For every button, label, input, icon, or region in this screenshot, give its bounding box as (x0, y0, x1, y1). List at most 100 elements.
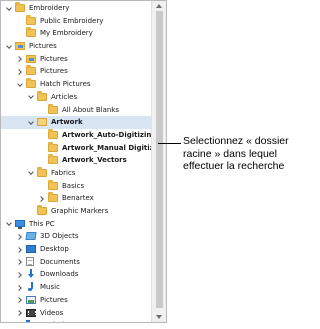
tree-item[interactable]: Artwork_Manual Digitizing (1, 141, 166, 155)
chevron-right-icon[interactable] (16, 294, 24, 307)
tree-item[interactable]: OS (C:) (1, 319, 153, 322)
folder-icon (48, 179, 58, 190)
downloads-icon (26, 269, 36, 279)
tree-item-label: Desktop (40, 245, 69, 254)
tree-item[interactable]: Graphic Markers (1, 205, 153, 218)
folder-icon (26, 27, 36, 38)
tree-item-label: This PC (29, 219, 55, 228)
tree-item[interactable]: Fabrics (1, 166, 153, 180)
tree-item[interactable]: Pictures (1, 53, 153, 66)
tree-item[interactable]: Pictures (1, 40, 153, 53)
tree-item-label: Graphic Markers (51, 207, 109, 215)
videos-icon (26, 308, 36, 317)
tree-item[interactable]: Public Embroidery (1, 14, 153, 28)
tree-item-label: Videos (40, 308, 64, 317)
tree-item[interactable]: Artwork_Auto-Digitizing (1, 128, 157, 142)
chevron-right-icon[interactable] (16, 230, 24, 243)
documents-icon (26, 257, 34, 267)
tree-item[interactable]: This PC (1, 218, 153, 231)
drive-icon (26, 320, 30, 322)
tree-item[interactable]: Artwork_Vectors (1, 154, 153, 167)
folder-icon (48, 141, 58, 152)
callout-annotation: Selectionnez « dossier racine » dans leq… (183, 135, 289, 172)
tree-item-label: Pictures (40, 295, 68, 304)
chevron-right-icon[interactable] (16, 65, 24, 78)
tree-item-label: 3D Objects (40, 232, 79, 241)
folder-icon (48, 192, 58, 203)
chevron-right-icon[interactable] (16, 268, 24, 281)
tree-item[interactable]: Artwork (1, 116, 153, 129)
tree-item[interactable]: Articles (1, 90, 153, 104)
pictures-folder-icon (26, 54, 36, 63)
folder-icon (26, 78, 36, 89)
pictures-folder-icon (15, 42, 25, 51)
tree-item[interactable]: Downloads (1, 268, 153, 281)
tree-item[interactable]: 3D Objects (1, 230, 153, 243)
tree-item-label: Artwork (51, 118, 83, 127)
scroll-down-arrow-icon[interactable] (156, 315, 162, 319)
chevron-right-icon[interactable] (16, 243, 24, 256)
tree-item[interactable]: Music (1, 281, 153, 294)
computer-icon (15, 219, 25, 229)
tree-item-label: Pictures (29, 42, 57, 51)
tree-item-label: All About Blanks (62, 105, 119, 114)
tree-item-label: Downloads (40, 270, 79, 279)
tree-item-label: OS (C:) (40, 319, 65, 322)
vertical-scrollbar[interactable] (151, 1, 166, 322)
tree-item[interactable]: My Embroidery (1, 27, 153, 40)
music-icon (26, 282, 36, 292)
folder-icon (37, 166, 47, 177)
tree-item-label: Articles (51, 92, 78, 101)
chevron-right-icon[interactable] (16, 307, 24, 320)
scrollbar-thumb[interactable] (156, 11, 163, 308)
chevron-down-icon[interactable] (5, 40, 13, 53)
chevron-down-icon[interactable] (27, 91, 35, 104)
chevron-down-icon[interactable] (16, 78, 24, 91)
chevron-right-icon[interactable] (16, 256, 24, 269)
folder-icon (37, 90, 47, 101)
folder-tree-panel: Embroidery Public Embroidery My Embroidery… (0, 0, 167, 323)
folder-tree: Embroidery Public Embroidery My Embroidery… (1, 2, 166, 322)
tree-item-label: Artwork_Auto-Digitizing (62, 130, 157, 139)
scroll-up-arrow-icon[interactable] (156, 4, 162, 8)
tree-item-label: Hatch Pictures (40, 80, 91, 89)
chevron-down-icon[interactable] (5, 218, 13, 231)
tree-item-label: Pictures (40, 54, 68, 63)
chevron-right-icon[interactable] (16, 281, 24, 294)
tree-item-label: Documents (40, 257, 80, 266)
tree-item-label: Public Embroidery (40, 16, 104, 25)
tree-item[interactable]: Embroidery (1, 2, 153, 15)
tree-item[interactable]: Pictures (1, 294, 153, 307)
tree-item[interactable]: All About Blanks (1, 103, 153, 117)
tree-item[interactable]: Pictures (1, 65, 153, 78)
chevron-right-icon[interactable] (38, 192, 46, 205)
tree-item[interactable]: Benartex (1, 192, 153, 205)
chevron-right-icon[interactable] (16, 53, 24, 66)
folder-icon (48, 154, 58, 165)
tree-item-label: Music (40, 283, 60, 292)
folder-icon (37, 205, 47, 215)
folder-icon (26, 14, 36, 25)
chevron-down-icon[interactable] (27, 116, 35, 129)
tree-item[interactable]: Basics (1, 179, 153, 193)
tree-item[interactable]: Documents (1, 256, 153, 269)
callout-pointer-line (158, 143, 181, 144)
folder-icon (48, 128, 58, 139)
pictures-icon (26, 295, 36, 304)
desktop-icon (26, 245, 36, 254)
chevron-down-icon[interactable] (5, 2, 13, 15)
tree-item-label: Artwork_Vectors (62, 156, 127, 165)
3d-objects-icon (25, 232, 37, 241)
tree-item[interactable]: Hatch Pictures (1, 78, 153, 91)
tree-item-label: Benartex (62, 194, 94, 203)
chevron-right-icon[interactable] (16, 319, 24, 322)
folder-icon (15, 2, 25, 12)
tree-item-label: Pictures (40, 67, 68, 76)
tree-item[interactable]: Videos (1, 307, 153, 320)
tree-item[interactable]: Desktop (1, 243, 153, 256)
tree-item-label: My Embroidery (40, 29, 93, 38)
tree-item-label: Fabrics (51, 168, 76, 177)
open-folder-icon (37, 118, 47, 127)
tree-item-label: Basics (62, 181, 85, 190)
chevron-down-icon[interactable] (27, 167, 35, 180)
